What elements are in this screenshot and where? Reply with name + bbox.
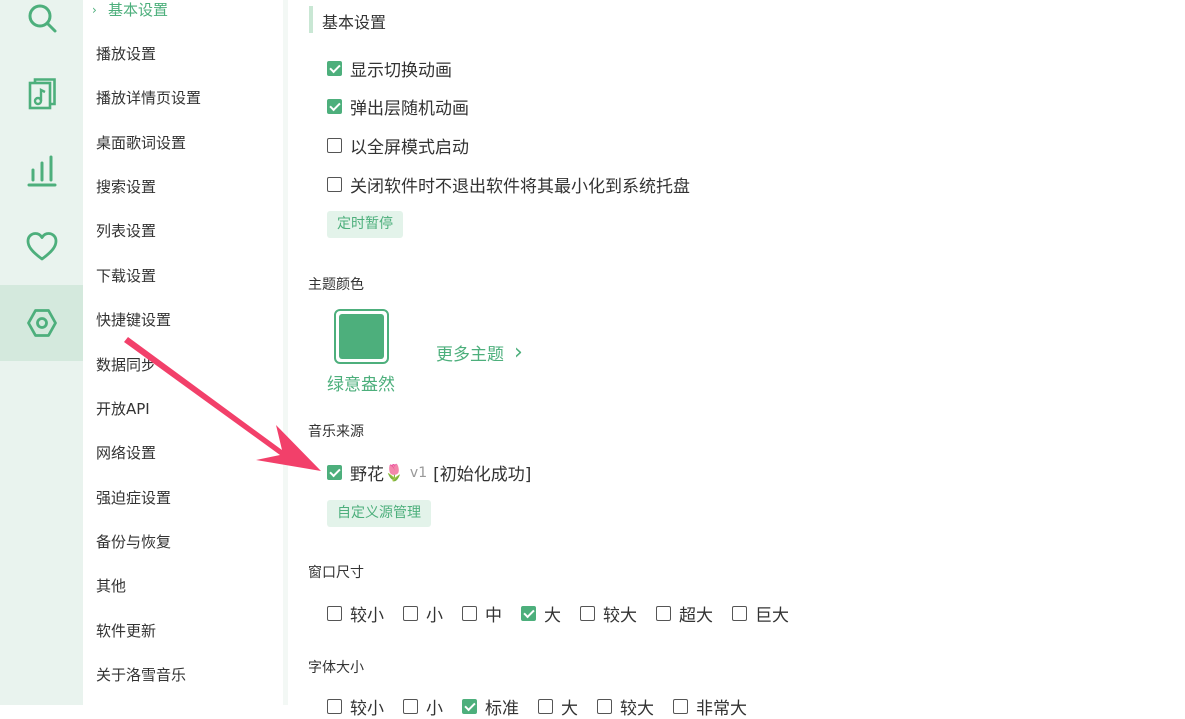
rail-leaderboard-button[interactable] <box>0 133 83 209</box>
font-size-options: 较小 小 标准 大 较大 非常大 <box>327 694 766 719</box>
nav-item-network[interactable]: 网络设置 <box>96 443 156 463</box>
checkbox-fullscreen-start[interactable] <box>327 138 342 153</box>
checkbox-window-size[interactable] <box>327 606 342 621</box>
more-themes-link[interactable]: 更多主题 › <box>436 340 523 365</box>
rail-settings-button[interactable] <box>0 285 83 361</box>
settings-content: 基本设置 显示切换动画 弹出层随机动画 以全屏模式启动 关闭软件时不退出软件将其… <box>288 0 1185 719</box>
option-show-animation[interactable]: 显示切换动画 <box>327 56 452 81</box>
checkbox-window-size[interactable] <box>403 606 418 621</box>
chevron-right-icon: › <box>92 3 97 17</box>
nav-item-basic[interactable]: › 基本设置 <box>92 0 168 20</box>
checkbox-font-size[interactable] <box>538 699 553 714</box>
window-size-option[interactable]: 较大 <box>580 601 637 626</box>
checkbox-font-size[interactable] <box>327 699 342 714</box>
section-title-basic: 基本设置 <box>322 13 387 32</box>
nav-item-play[interactable]: 播放设置 <box>96 44 156 64</box>
tulip-icon: 🌷 <box>384 463 404 482</box>
checkbox-window-size[interactable] <box>580 606 595 621</box>
theme-swatch-selected[interactable] <box>334 309 389 364</box>
option-fullscreen-start[interactable]: 以全屏模式启动 <box>327 133 469 158</box>
checkbox-window-size[interactable] <box>732 606 747 621</box>
option-minimize-to-tray[interactable]: 关闭软件时不退出软件将其最小化到系统托盘 <box>327 172 690 197</box>
source-name: 野花 <box>350 465 384 485</box>
source-version: v1 <box>409 464 428 481</box>
font-size-option[interactable]: 非常大 <box>673 694 747 719</box>
rail-search-button[interactable] <box>0 0 83 56</box>
window-size-option[interactable]: 超大 <box>656 601 713 626</box>
theme-name: 绿意盎然 <box>327 375 395 395</box>
checkbox-minimize-to-tray[interactable] <box>327 177 342 192</box>
settings-hexagon-icon <box>26 309 57 337</box>
nav-item-about[interactable]: 关于洛雪音乐 <box>96 665 186 685</box>
font-size-option[interactable]: 较小 <box>327 694 384 719</box>
checkbox-font-size[interactable] <box>462 699 477 714</box>
window-size-option[interactable]: 较小 <box>327 601 384 626</box>
chevron-right-icon: › <box>514 340 523 365</box>
font-size-option[interactable]: 小 <box>403 694 443 719</box>
window-size-option[interactable]: 小 <box>403 601 443 626</box>
nav-item-list[interactable]: 列表设置 <box>96 221 156 241</box>
window-size-option[interactable]: 大 <box>521 601 561 626</box>
nav-item-search[interactable]: 搜索设置 <box>96 177 156 197</box>
option-random-popup-animation[interactable]: 弹出层随机动画 <box>327 94 469 119</box>
source-option-yehua[interactable]: 野花 🌷 v1 [初始化成功] <box>327 460 531 485</box>
nav-item-open-api[interactable]: 开放API <box>96 399 150 419</box>
theme-color-label: 主题颜色 <box>308 277 364 293</box>
checkbox-font-size[interactable] <box>673 699 688 714</box>
timer-pause-button[interactable]: 定时暂停 <box>327 211 403 238</box>
checkbox-font-size[interactable] <box>597 699 612 714</box>
font-size-option[interactable]: 大 <box>538 694 578 719</box>
search-icon <box>28 4 56 33</box>
nav-item-desktop-lyric[interactable]: 桌面歌词设置 <box>96 133 186 153</box>
nav-item-play-detail[interactable]: 播放详情页设置 <box>96 88 201 108</box>
window-size-options: 较小 小 中 大 较大 超大 巨大 <box>327 601 808 626</box>
music-list-icon <box>28 78 56 110</box>
font-size-option[interactable]: 标准 <box>462 694 519 719</box>
font-size-option[interactable]: 较大 <box>597 694 654 719</box>
window-size-label: 窗口尺寸 <box>308 565 364 581</box>
rail-songlist-button[interactable] <box>0 57 83 133</box>
checkbox-show-animation[interactable] <box>327 61 342 76</box>
settings-nav: › 基本设置 播放设置 播放详情页设置 桌面歌词设置 搜索设置 列表设置 下载设… <box>83 0 282 705</box>
checkbox-window-size[interactable] <box>656 606 671 621</box>
nav-item-hotkey[interactable]: 快捷键设置 <box>96 310 171 330</box>
window-size-option[interactable]: 巨大 <box>732 601 789 626</box>
checkbox-window-size[interactable] <box>462 606 477 621</box>
checkbox-font-size[interactable] <box>403 699 418 714</box>
nav-item-sync[interactable]: 数据同步 <box>96 355 156 375</box>
nav-item-backup[interactable]: 备份与恢复 <box>96 532 171 552</box>
heart-icon <box>26 232 57 261</box>
nav-item-odc[interactable]: 强迫症设置 <box>96 488 171 508</box>
icon-rail <box>0 0 83 705</box>
theme-swatch-color <box>339 314 384 359</box>
section-accent-bar <box>309 6 313 33</box>
window-size-option[interactable]: 中 <box>462 601 502 626</box>
nav-item-download[interactable]: 下载设置 <box>96 266 156 286</box>
checkbox-window-size[interactable] <box>521 606 536 621</box>
rail-favorites-button[interactable] <box>0 209 83 285</box>
nav-item-other[interactable]: 其他 <box>96 576 126 596</box>
font-size-label: 字体大小 <box>308 660 364 676</box>
music-source-label: 音乐来源 <box>308 424 364 440</box>
chart-bars-icon <box>27 155 56 187</box>
checkbox-source-yehua[interactable] <box>327 465 342 480</box>
custom-source-manage-button[interactable]: 自定义源管理 <box>327 500 431 527</box>
source-status: [初始化成功] <box>433 465 532 485</box>
nav-item-update[interactable]: 软件更新 <box>96 621 156 641</box>
checkbox-random-popup-animation[interactable] <box>327 99 342 114</box>
